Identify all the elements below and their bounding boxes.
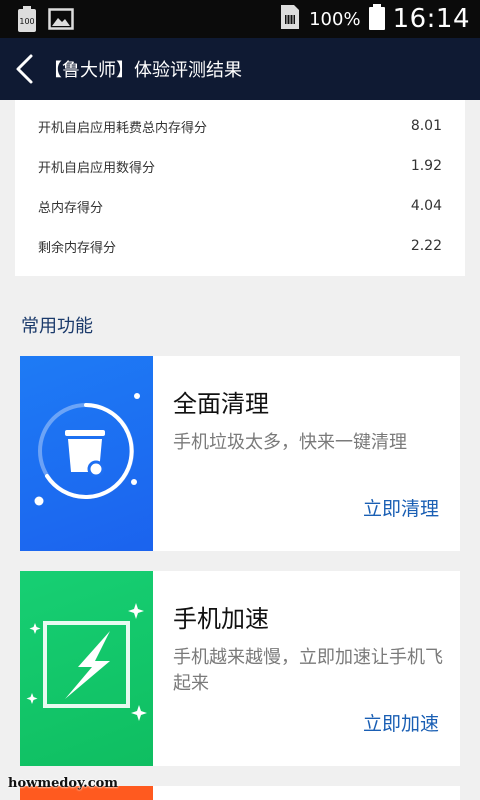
section-title: 常用功能 xyxy=(21,316,93,337)
score-value: 1.92 xyxy=(410,158,442,174)
clock: 16:14 xyxy=(392,4,470,34)
speedup-now-button[interactable]: 立即加速 xyxy=(363,709,439,736)
status-bar: 100 100% 16:14 xyxy=(0,0,480,38)
battery-notification-icon: 100 xyxy=(18,6,36,36)
feature-card-clean[interactable]: 全面清理 手机垃圾太多，快来一键清理 立即清理 xyxy=(20,356,460,551)
battery-notification-label: 100 xyxy=(19,17,34,26)
score-row: 开机自启应用数得分 1.92 xyxy=(38,146,442,186)
chevron-left-icon xyxy=(16,54,33,84)
page-title: 【鲁大师】体验评测结果 xyxy=(44,60,242,81)
feature-card-speedup[interactable]: 手机加速 手机越来越慢，立即加速让手机飞起来 立即加速 xyxy=(20,571,460,766)
speedup-art xyxy=(20,571,153,766)
battery-icon xyxy=(368,4,385,34)
score-value: 2.22 xyxy=(410,238,442,254)
score-row: 总内存得分 4.04 xyxy=(38,186,442,226)
score-row: 开机自启应用耗费总内存得分 8.01 xyxy=(38,106,442,146)
score-label: 剩余内存得分 xyxy=(38,240,117,256)
score-value: 4.04 xyxy=(410,198,442,214)
score-label: 总内存得分 xyxy=(38,200,104,216)
score-card: 开机自启应用耗费总内存得分 8.01 开机自启应用数得分 1.92 总内存得分 … xyxy=(15,100,465,276)
score-label: 开机自启应用耗费总内存得分 xyxy=(38,120,208,136)
feature-description: 手机垃圾太多，快来一键清理 xyxy=(173,432,407,453)
score-row: 剩余内存得分 2.22 xyxy=(38,226,442,266)
sim-card-icon xyxy=(279,4,301,34)
back-button[interactable] xyxy=(2,38,46,100)
score-value: 8.01 xyxy=(410,118,442,134)
clean-art xyxy=(20,356,153,551)
battery-percent: 100% xyxy=(309,8,361,30)
clean-now-button[interactable]: 立即清理 xyxy=(363,494,439,521)
score-label: 开机自启应用数得分 xyxy=(38,160,156,176)
status-notifications: 100 xyxy=(18,6,74,36)
nav-bar: 【鲁大师】体验评测结果 xyxy=(0,38,480,100)
feature-title: 手机加速 xyxy=(173,605,269,633)
feature-description: 手机越来越慢，立即加速让手机飞起来 xyxy=(173,647,443,694)
image-notification-icon xyxy=(48,8,74,34)
feature-title: 全面清理 xyxy=(173,390,269,418)
trash-can-icon xyxy=(34,393,140,506)
lightning-bolt-icon xyxy=(26,603,147,721)
watermark: howmedoy.com xyxy=(8,776,119,791)
